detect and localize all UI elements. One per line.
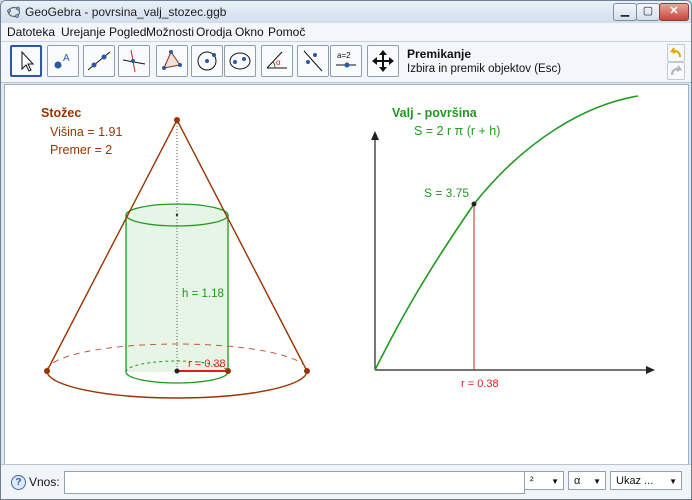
active-tool-help: Izbira in premik objektov (Esc): [407, 63, 562, 75]
greek-letter-value: α: [574, 475, 581, 487]
chevron-down-icon: ▼: [669, 477, 677, 486]
point-icon: A: [54, 53, 70, 69]
cone-apex-point[interactable]: [174, 117, 180, 123]
cylinder-height-label: h = 1.18: [182, 288, 224, 300]
menu-moznosti[interactable]: Možnosti: [146, 25, 194, 39]
close-button[interactable]: ✕: [659, 3, 689, 21]
graphics-drawing: Stožec Višina = 1.91 Premer = 2 h = 1.18…: [41, 95, 655, 399]
maximize-button[interactable]: ▢: [636, 3, 660, 21]
radius-axis-label: r = 0.38: [461, 378, 499, 390]
input-bar: ? Vnos: ² ▼ α ▼ Ukaz ... ▼: [1, 464, 691, 499]
svg-text:A: A: [63, 53, 70, 64]
perpendicular-line-icon: [122, 49, 146, 73]
superscript-combo[interactable]: ² ▼: [524, 471, 564, 490]
circle-center-point-icon: [197, 51, 217, 71]
reflect-about-line-icon: [303, 50, 323, 72]
menu-orodja[interactable]: Orodja: [196, 25, 232, 39]
graphics-view[interactable]: Stožec Višina = 1.91 Premer = 2 h = 1.18…: [4, 84, 689, 465]
command-input[interactable]: [64, 471, 525, 494]
chevron-down-icon: ▼: [551, 477, 559, 486]
minimize-button[interactable]: ▁: [613, 3, 637, 21]
menu-bar: Datoteka Urejanje Pogled Možnosti Orodja…: [1, 23, 691, 42]
slider-icon: a=2: [336, 51, 356, 68]
menu-okno[interactable]: Okno: [235, 25, 264, 39]
chevron-down-icon: ▼: [593, 477, 601, 486]
toolbar: A α a=2 Premikanje Izbira in premik obje…: [1, 42, 691, 83]
geogebra-app-icon: [7, 6, 21, 18]
undo-button[interactable]: [667, 44, 685, 62]
point-tool-button[interactable]: A: [47, 45, 79, 77]
cone-title: Stožec: [41, 106, 81, 120]
circle-tool-button[interactable]: [191, 45, 223, 77]
radius-end-point[interactable]: [225, 368, 231, 374]
menu-pomoc[interactable]: Pomoč: [268, 25, 305, 39]
command-combo-value: Ukaz ...: [616, 475, 654, 487]
slider-tool-button[interactable]: a=2: [330, 45, 362, 77]
graph-title: Valj - površina: [392, 106, 478, 120]
redo-icon: [671, 65, 683, 76]
angle-tool-button[interactable]: α: [261, 45, 293, 77]
ellipse-icon: [229, 52, 251, 70]
input-label: Vnos:: [29, 475, 60, 489]
cone-base-front-arc: [46, 370, 308, 399]
svg-text:α: α: [276, 58, 281, 67]
menu-datoteka[interactable]: Datoteka: [7, 25, 55, 39]
polygon-tool-button[interactable]: [156, 45, 188, 77]
command-combo[interactable]: Ukaz ... ▼: [610, 471, 682, 490]
redo-button[interactable]: [667, 62, 685, 80]
app-window: GeoGebra - povrsina_valj_stozec.ggb ▁ ▢ …: [0, 0, 692, 500]
move-view-tool-button[interactable]: [367, 45, 399, 77]
menu-urejanje[interactable]: Urejanje: [61, 25, 106, 39]
cone-diameter-text: Premer = 2: [50, 143, 112, 157]
polygon-icon: [162, 50, 182, 70]
superscript-value: ²: [530, 475, 534, 487]
move-view-arrows-icon: [372, 50, 394, 72]
undo-icon: [669, 47, 681, 58]
graph-y-axis-arrow: [371, 131, 379, 140]
line-tool-button[interactable]: [83, 45, 115, 77]
active-tool-name: Premikanje: [407, 47, 472, 61]
svg-text:a=2: a=2: [337, 51, 351, 60]
graph-x-axis-arrow: [646, 366, 655, 374]
cone-base-right-point[interactable]: [304, 368, 310, 374]
base-center-point[interactable]: [174, 368, 180, 374]
curve-point[interactable]: [471, 201, 477, 207]
cylinder-top-center-point: [175, 213, 179, 217]
cylinder-radius-label: r = 0.38: [188, 358, 226, 370]
surface-value-label: S = 3.75: [424, 186, 469, 200]
cursor-arrow-icon: [21, 50, 35, 72]
perpendicular-tool-button[interactable]: [118, 45, 150, 77]
greek-letter-combo[interactable]: α ▼: [568, 471, 606, 490]
move-tool-button[interactable]: [10, 45, 42, 77]
window-title: GeoGebra - povrsina_valj_stozec.ggb: [25, 5, 227, 19]
line-through-points-icon: [87, 51, 111, 71]
title-bar: GeoGebra - povrsina_valj_stozec.ggb ▁ ▢ …: [1, 1, 691, 23]
conic-tool-button[interactable]: [224, 45, 256, 77]
cone-height-text: Višina = 1.91: [50, 125, 122, 139]
menu-pogled[interactable]: Pogled: [109, 25, 146, 39]
angle-icon: α: [266, 51, 287, 69]
help-icon[interactable]: ?: [11, 475, 26, 490]
cone-base-left-point[interactable]: [44, 368, 50, 374]
cylinder-bottom-front-arc: [125, 371, 229, 384]
graph-formula: S = 2 r π (r + h): [414, 124, 500, 138]
reflect-tool-button[interactable]: [297, 45, 329, 77]
